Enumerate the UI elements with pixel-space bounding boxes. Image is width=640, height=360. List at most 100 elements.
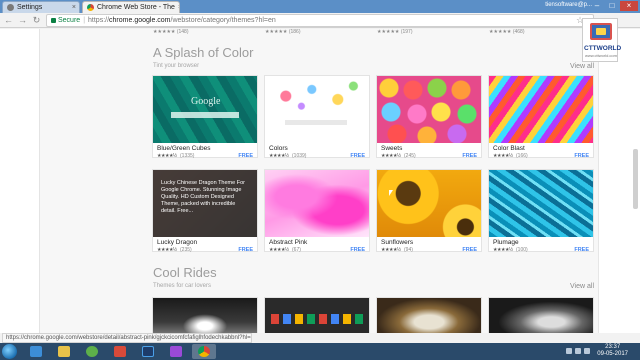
url-scheme: https:// xyxy=(88,17,110,24)
theme-name: Colors xyxy=(269,145,288,152)
monitor-icon xyxy=(590,23,612,40)
clock-date: 09-05-2017 xyxy=(597,351,628,357)
rating-stars: ★★★★½ xyxy=(493,153,513,159)
scrollbar-thumb[interactable] xyxy=(633,149,638,209)
taskbar-media[interactable] xyxy=(80,344,104,359)
rating-stars: ★★★★½ xyxy=(157,247,177,253)
prev-item[interactable]: ★★★★★ (197) xyxy=(377,29,413,37)
url-path: /webstore/category/themes?hl=en xyxy=(170,17,276,24)
tray-icon[interactable] xyxy=(566,348,572,354)
minimize-icon[interactable]: – xyxy=(590,1,604,11)
media-player-icon xyxy=(86,346,98,357)
view-all-link[interactable]: View all xyxy=(570,63,594,70)
taskbar-chrome[interactable] xyxy=(192,344,216,359)
prev-item[interactable]: ★★★★★ (468) xyxy=(489,29,525,37)
tab-settings[interactable]: Settings × xyxy=(2,1,80,13)
close-icon[interactable]: × xyxy=(178,4,179,11)
internet-explorer-icon xyxy=(30,346,42,357)
tab-label: Settings xyxy=(17,4,43,11)
theme-name: Abstract Pink xyxy=(269,239,308,246)
rating-stars: ★★★★½ xyxy=(269,153,289,159)
tab-label: Chrome Web Store - The xyxy=(97,4,175,11)
back-icon[interactable]: ← xyxy=(3,15,14,26)
prev-item[interactable]: ★★★★★ (186) xyxy=(265,29,301,37)
theme-thumbnail xyxy=(265,298,369,333)
network-icon[interactable] xyxy=(575,348,581,354)
windows-taskbar: 23:37 09-05-2017 xyxy=(0,343,640,360)
start-button[interactable] xyxy=(2,344,17,359)
theme-thumbnail xyxy=(153,298,257,333)
reload-icon[interactable]: ↻ xyxy=(31,15,42,26)
taskbar-app-2[interactable] xyxy=(164,344,188,359)
theme-card[interactable] xyxy=(264,297,370,333)
logo-tagline: www.cttworld.com xyxy=(584,53,617,58)
price-label: FREE xyxy=(350,153,365,159)
theme-card[interactable]: Sunflowers ★★★★½ (94) FREE xyxy=(376,169,482,253)
price-label: FREE xyxy=(238,247,253,253)
review-count: (94) xyxy=(404,247,413,253)
theme-card[interactable]: Abstract Pink ★★★★½ (67) FREE xyxy=(264,169,370,253)
review-count: (100) xyxy=(516,247,528,253)
title-bar: Settings × Chrome Web Store - The × tien… xyxy=(0,0,640,13)
theme-thumbnail xyxy=(265,76,369,143)
theme-thumbnail xyxy=(377,170,481,237)
section-subtitle: Tint your browser xyxy=(153,63,200,69)
secure-label: Secure xyxy=(58,17,81,24)
theme-card[interactable]: Color Blast ★★★★½ (166) FREE xyxy=(488,75,594,159)
maximize-icon[interactable]: □ xyxy=(605,1,619,11)
rating-stars: ★★★★½ xyxy=(157,153,177,159)
theme-card[interactable] xyxy=(376,297,482,333)
window-close-icon[interactable]: × xyxy=(620,1,638,11)
theme-card[interactable]: Sweets ★★★★½ (245) FREE xyxy=(376,75,482,159)
close-icon[interactable]: × xyxy=(72,4,76,11)
logo-text: CTTWORLD xyxy=(584,45,622,52)
prev-item[interactable]: ★★★★★ (148) xyxy=(153,29,189,37)
tab-chrome-web-store[interactable]: Chrome Web Store - The × xyxy=(82,1,180,13)
theme-card[interactable]: Plumage ★★★★½ (100) FREE xyxy=(488,169,594,253)
taskbar-explorer[interactable] xyxy=(52,344,76,359)
google-logo-text: Google xyxy=(191,96,221,107)
rating-stars: ★★★★½ xyxy=(381,247,401,253)
app-icon xyxy=(170,346,182,357)
theme-card[interactable]: Colors ★★★★½ (1039) FREE xyxy=(264,75,370,159)
price-label: FREE xyxy=(350,247,365,253)
review-count: (67) xyxy=(292,247,301,253)
lock-icon xyxy=(51,17,56,23)
theme-thumbnail: Lucky Chinese Dragon Theme For Google Ch… xyxy=(153,170,257,237)
theme-name: Sunflowers xyxy=(381,239,414,246)
review-count: (166) xyxy=(516,153,528,159)
address-bar[interactable]: Secure | https://chrome.google.com/webstor… xyxy=(46,14,594,27)
section-title: A Splash of Color xyxy=(153,45,254,60)
theme-card[interactable] xyxy=(152,297,258,333)
taskbar-app[interactable] xyxy=(108,344,132,359)
cttworld-logo: CTTWORLD www.cttworld.com xyxy=(582,18,622,62)
price-label: FREE xyxy=(238,153,253,159)
photoshop-icon xyxy=(142,346,154,357)
taskbar-photoshop[interactable] xyxy=(136,344,160,359)
web-page: ★★★★★ (148) ★★★★★ (186) ★★★★★ (197) ★★★★… xyxy=(0,29,640,333)
price-label: FREE xyxy=(462,247,477,253)
section-title: Cool Rides xyxy=(153,265,217,280)
theme-name: Lucky Dragon xyxy=(157,239,198,246)
theme-thumbnail xyxy=(377,76,481,143)
taskbar-clock[interactable]: 23:37 09-05-2017 xyxy=(597,344,628,358)
theme-card[interactable]: Lucky Chinese Dragon Theme For Google Ch… xyxy=(152,169,258,253)
profile-name[interactable]: tiensoftware@p... xyxy=(545,2,592,8)
view-all-link[interactable]: View all xyxy=(570,283,594,290)
theme-card[interactable] xyxy=(488,297,594,333)
taskbar-ie[interactable] xyxy=(24,344,48,359)
chrome-web-store-icon xyxy=(87,4,94,11)
theme-card[interactable]: Google Blue/Green Cubes ★★★★½ (1335) FRE… xyxy=(152,75,258,159)
review-count: (235) xyxy=(180,247,192,253)
review-count: (1335) xyxy=(180,153,195,159)
section-subtitle: Themes for car lovers xyxy=(153,283,212,289)
volume-icon[interactable] xyxy=(584,348,590,354)
review-count: (1039) xyxy=(292,153,307,159)
theme-thumbnail: Google xyxy=(153,76,257,143)
forward-icon[interactable]: → xyxy=(17,15,28,26)
theme-name: Color Blast xyxy=(493,145,525,152)
theme-name: Blue/Green Cubes xyxy=(157,145,211,152)
theme-thumbnail xyxy=(489,76,593,143)
theme-thumbnail xyxy=(489,298,593,333)
rating-stars: ★★★★½ xyxy=(269,247,289,253)
